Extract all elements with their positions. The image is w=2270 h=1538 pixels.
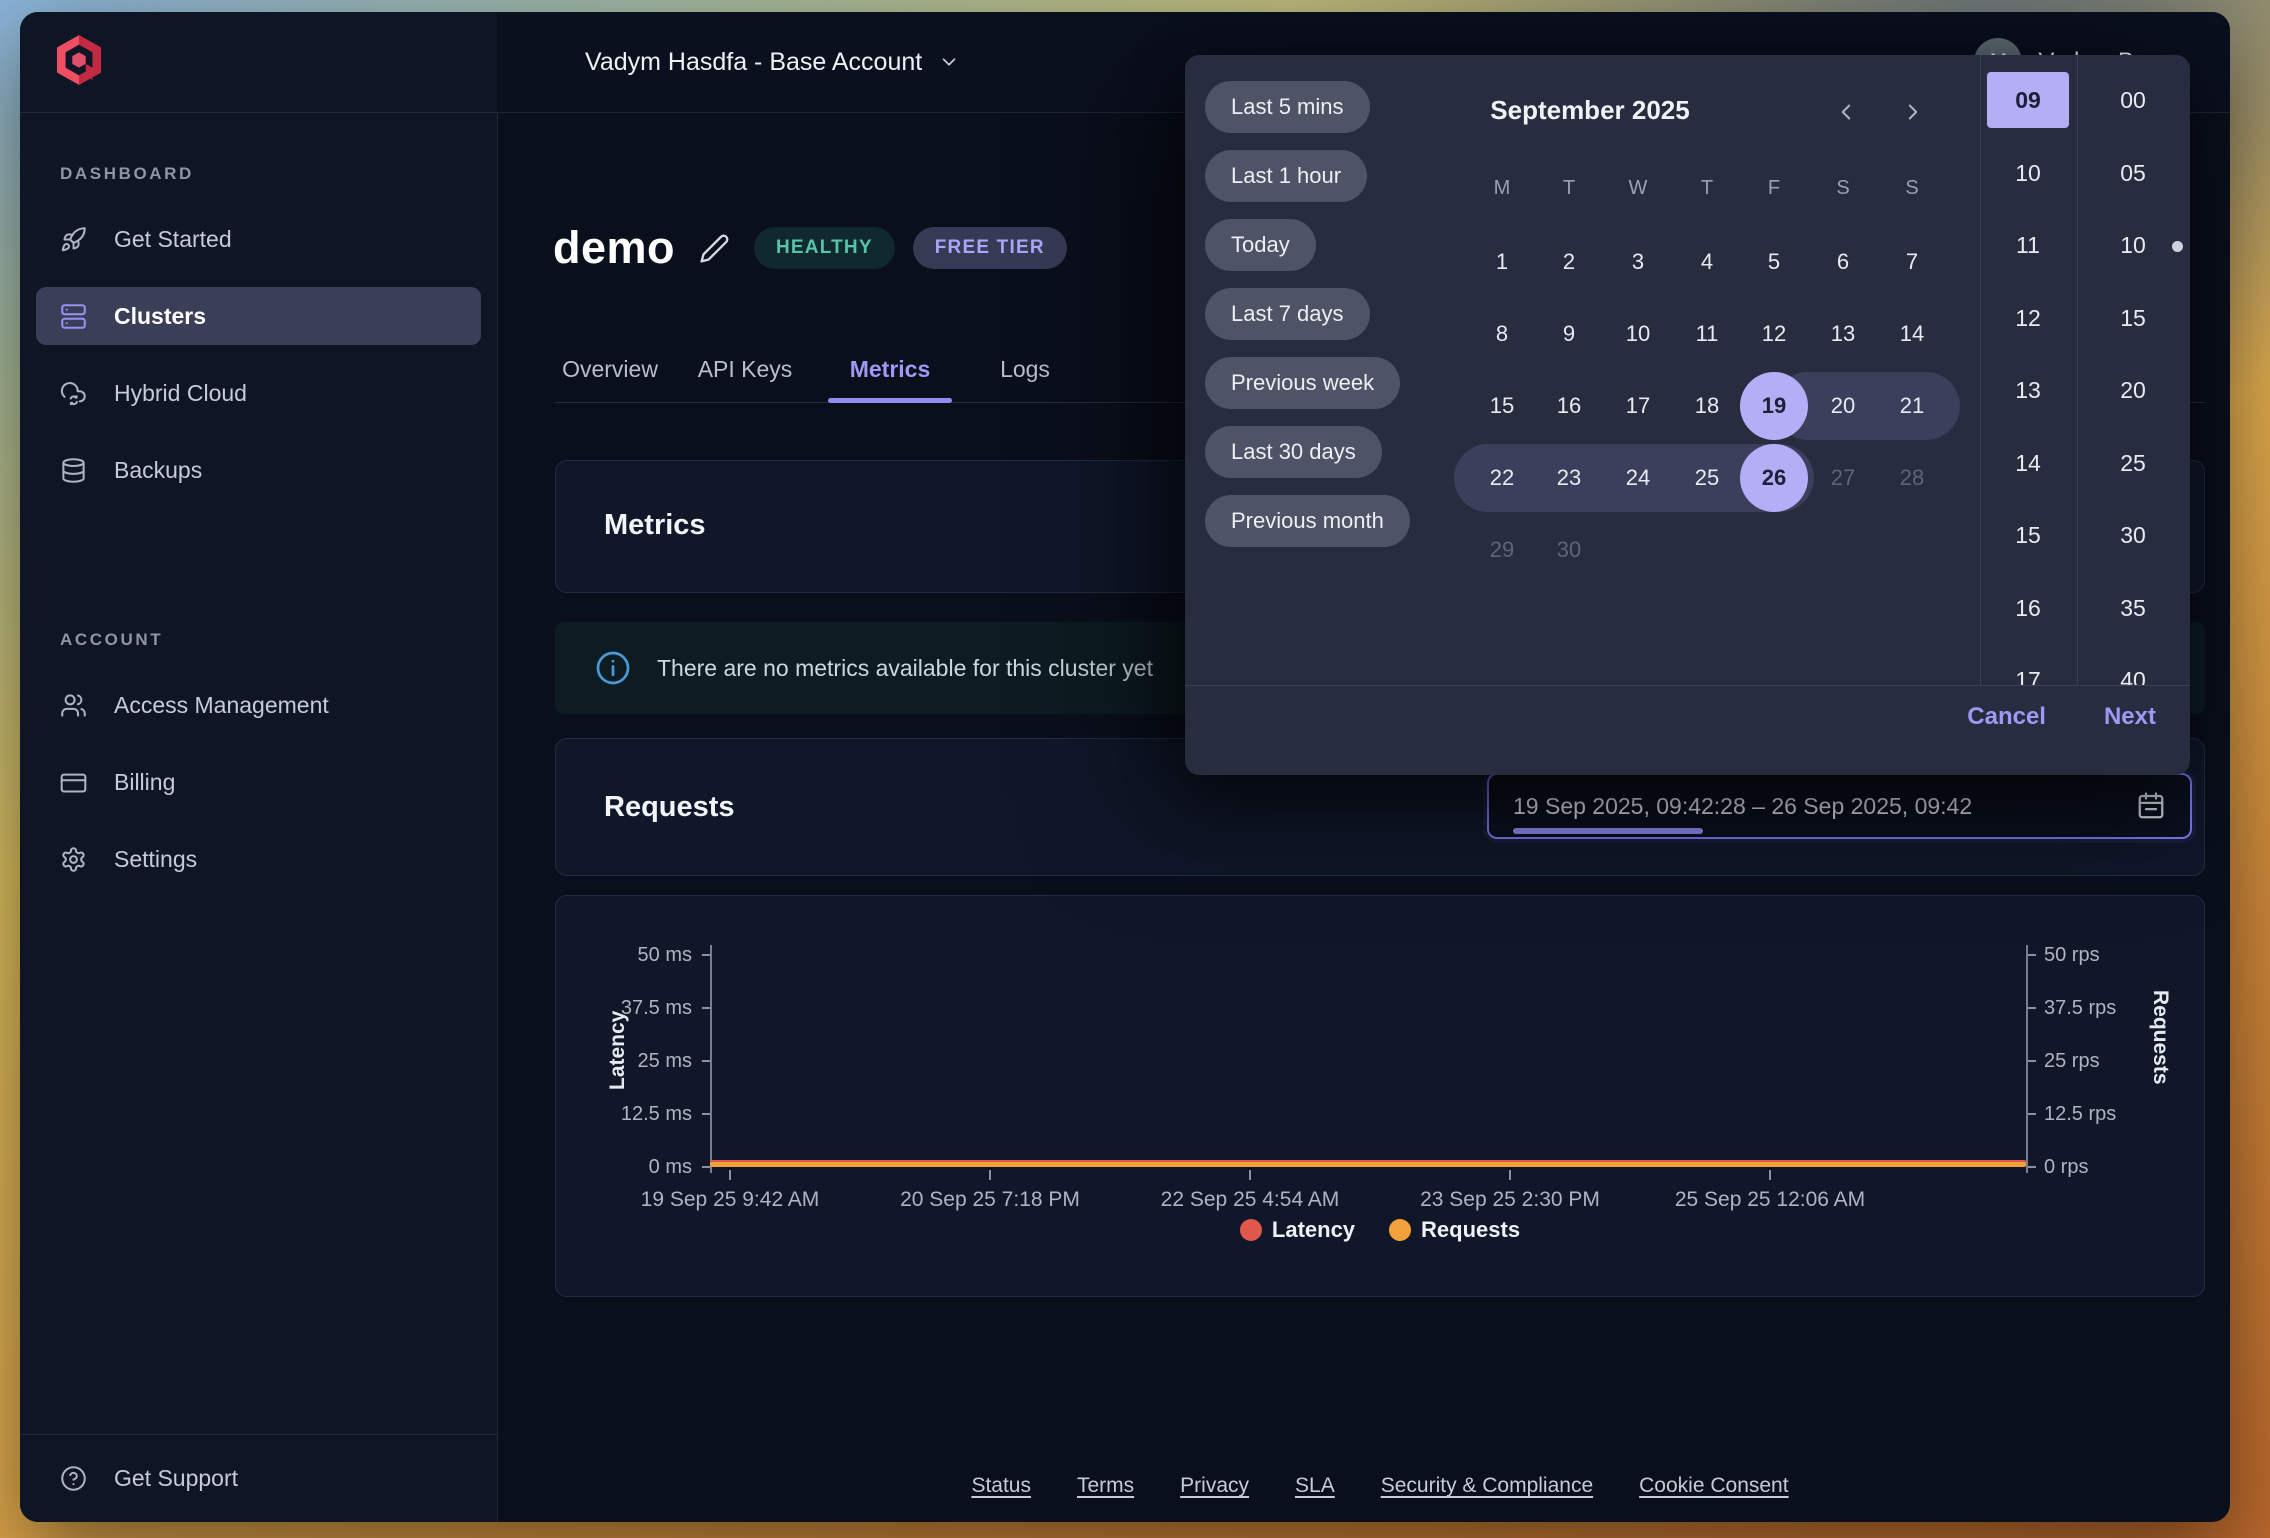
scrollbar-thumb[interactable] — [2172, 241, 2183, 252]
legend-item-requests: Requests — [1389, 1217, 1520, 1243]
sidebar-nav-list: Access Management Billing Settings — [20, 676, 497, 888]
hybrid-cloud-icon — [60, 380, 87, 407]
sidebar-section-label: DASHBOARD — [20, 164, 497, 210]
tab-logs[interactable]: Logs — [1000, 340, 1050, 398]
sidebar-item-backups[interactable]: Backups — [36, 441, 481, 499]
rocket-icon — [60, 226, 87, 253]
hour-option-11[interactable]: 11 — [1987, 217, 2069, 273]
tab-metrics[interactable]: Metrics — [850, 340, 931, 398]
chevron-down-icon — [938, 51, 960, 73]
sidebar-item-settings[interactable]: Settings — [36, 830, 481, 888]
minute-option-15[interactable]: 15 — [2092, 290, 2174, 346]
cluster-name: demo — [553, 222, 675, 274]
sidebar-item-label: Access Management — [114, 692, 329, 719]
minute-option-25[interactable]: 25 — [2092, 435, 2174, 491]
sidebar-section-dashboard: DASHBOARD Get Started Clusters Hybrid Cloud… — [20, 164, 497, 499]
qdrant-logo-icon — [56, 34, 102, 91]
time-columns: 09 10 11 12 13 14 15 16 17 00 05 10 15 20 25 30 35 40 — [1185, 55, 2190, 685]
footer-link-privacy[interactable]: Privacy — [1180, 1474, 1249, 1498]
help-circle-icon — [60, 1465, 87, 1492]
cancel-button[interactable]: Cancel — [1967, 703, 2046, 731]
badge-row: HEALTHY FREE TIER — [754, 227, 1067, 269]
requests-card-title: Requests — [604, 791, 735, 824]
sidebar-item-label: Hybrid Cloud — [114, 380, 247, 407]
alert-message: There are no metrics available for this … — [657, 655, 1153, 682]
sidebar-item-billing[interactable]: Billing — [36, 753, 481, 811]
hour-option-17[interactable]: 17 — [1987, 652, 2069, 685]
legend-item-latency: Latency — [1240, 1217, 1355, 1243]
footer-link-security-compliance[interactable]: Security & Compliance — [1381, 1474, 1593, 1498]
minute-option-05[interactable]: 05 — [2092, 145, 2174, 201]
hour-option-15[interactable]: 15 — [1987, 507, 2069, 563]
sidebar-nav-list: Get Started Clusters Hybrid Cloud Backups — [20, 210, 497, 499]
sidebar-item-clusters[interactable]: Clusters — [36, 287, 481, 345]
sidebar-item-label: Get Started — [114, 226, 232, 253]
latency-legend-dot-icon — [1240, 1219, 1262, 1241]
tab-api-keys[interactable]: API Keys — [698, 340, 793, 398]
footer-link-terms[interactable]: Terms — [1077, 1474, 1134, 1498]
date-input-segment-underline — [1513, 828, 1703, 834]
popup-actions: Cancel Next — [1967, 703, 2156, 731]
footer-link-sla[interactable]: SLA — [1295, 1474, 1335, 1498]
hour-option-16[interactable]: 16 — [1987, 580, 2069, 636]
sidebar-section-account: ACCOUNT Access Management Billing Settings — [20, 630, 497, 888]
footer: Status Terms Privacy SLA Security & Complian… — [720, 1474, 2040, 1498]
backups-icon — [60, 457, 87, 484]
chart-legend: Latency Requests — [555, 1217, 2205, 1243]
sidebar-section-label: ACCOUNT — [20, 630, 497, 676]
minute-option-20[interactable]: 20 — [2092, 362, 2174, 418]
active-tab-underline — [828, 398, 952, 403]
requests-legend-dot-icon — [1389, 1219, 1411, 1241]
next-button[interactable]: Next — [2104, 703, 2156, 731]
billing-icon — [60, 769, 87, 796]
account-switcher-label: Vadym Hasdfa - Base Account — [585, 48, 922, 77]
footer-link-status[interactable]: Status — [971, 1474, 1031, 1498]
date-range-value: 19 Sep 2025, 09:42:28 – 26 Sep 2025, 09:… — [1513, 793, 1972, 820]
calendar-icon[interactable] — [2136, 791, 2166, 821]
popup-divider — [1185, 685, 2190, 686]
legend-label: Requests — [1421, 1217, 1520, 1243]
app-window: DASHBOARD Get Started Clusters Hybrid Cloud… — [20, 12, 2230, 1522]
status-badge-free-tier: FREE TIER — [913, 227, 1067, 269]
cluster-title-row: demo HEALTHY FREE TIER — [553, 222, 1067, 274]
hour-option-12[interactable]: 12 — [1987, 290, 2069, 346]
tab-overview[interactable]: Overview — [562, 340, 658, 398]
date-range-input[interactable]: 19 Sep 2025, 09:42:28 – 26 Sep 2025, 09:… — [1487, 773, 2192, 839]
status-badge-healthy: HEALTHY — [754, 227, 895, 269]
sidebar-item-label: Settings — [114, 846, 197, 873]
edit-pencil-icon[interactable] — [699, 233, 730, 264]
minute-option-35[interactable]: 35 — [2092, 580, 2174, 636]
hour-option-09[interactable]: 09 — [1987, 72, 2069, 128]
account-switcher[interactable]: Vadym Hasdfa - Base Account — [585, 12, 960, 112]
footer-link-cookie-consent[interactable]: Cookie Consent — [1639, 1474, 1788, 1498]
clusters-icon — [60, 303, 87, 330]
hour-option-13[interactable]: 13 — [1987, 362, 2069, 418]
legend-label: Latency — [1272, 1217, 1355, 1243]
minute-option-30[interactable]: 30 — [2092, 507, 2174, 563]
sidebar: DASHBOARD Get Started Clusters Hybrid Cloud… — [20, 12, 498, 1522]
date-picker-popup: Last 5 minsLast 1 hourTodayLast 7 daysPr… — [1185, 55, 2190, 775]
sidebar-item-label: Billing — [114, 769, 175, 796]
info-circle-icon — [595, 650, 631, 686]
sidebar-item-label: Backups — [114, 457, 202, 484]
minute-option-40[interactable]: 40 — [2092, 652, 2174, 685]
settings-icon — [60, 846, 87, 873]
sidebar-item-get-started[interactable]: Get Started — [36, 210, 481, 268]
access-management-icon — [60, 692, 87, 719]
sidebar-item-label: Clusters — [114, 303, 206, 330]
sidebar-item-hybrid-cloud[interactable]: Hybrid Cloud — [36, 364, 481, 422]
metrics-card-title: Metrics — [604, 509, 706, 542]
sidebar-item-label: Get Support — [114, 1465, 238, 1492]
hour-option-14[interactable]: 14 — [1987, 435, 2069, 491]
hour-option-10[interactable]: 10 — [1987, 145, 2069, 201]
sidebar-item-access-management[interactable]: Access Management — [36, 676, 481, 734]
sidebar-item-get-support[interactable]: Get Support — [20, 1434, 497, 1522]
minute-option-10[interactable]: 10 — [2092, 217, 2174, 273]
minute-option-00[interactable]: 00 — [2092, 72, 2174, 128]
sidebar-header — [20, 12, 497, 113]
